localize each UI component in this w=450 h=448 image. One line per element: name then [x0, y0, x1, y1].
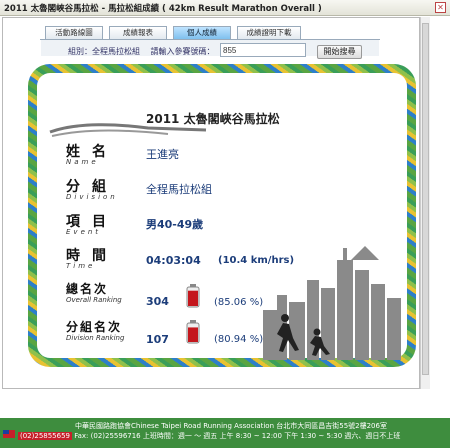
window-titlebar: 2011 太魯閣峽谷馬拉松 - 馬拉松組成績 ( 42km Result Mar…: [0, 0, 450, 16]
division-rank-value: 107: [146, 333, 169, 346]
overall-percentile-battery-icon: [186, 284, 200, 308]
search-button[interactable]: 開始搜尋: [317, 45, 362, 59]
overall-rank-label: 總名次: [66, 282, 109, 296]
overall-rank-sublabel: Overall Ranking: [66, 296, 122, 304]
certificate-title: 2011 太魯閣峽谷馬拉松: [146, 112, 280, 126]
group-label: 組別：全程馬拉松組: [68, 47, 140, 56]
search-row: 組別：全程馬拉松組 請輸入參賽號碼：: [68, 43, 306, 57]
window-title: 2011 太魯閣峽谷馬拉松 - 馬拉松組成績 ( 42km Result Mar…: [4, 4, 322, 14]
overall-rank-value: 304: [146, 295, 169, 308]
footer-bar: 中華民國路跑協會Chinese Taipei Road Running Asso…: [0, 418, 450, 448]
vertical-scrollbar[interactable]: [420, 17, 430, 389]
footer-address: 中華民國路跑協會Chinese Taipei Road Running Asso…: [75, 422, 387, 430]
name-value: 王進亮: [146, 148, 179, 161]
tab-results-report[interactable]: 成績報表: [109, 26, 167, 39]
event-sublabel: Event: [66, 228, 102, 236]
division-value: 全程馬拉松組: [146, 183, 212, 196]
bib-label: 請輸入參賽號碼：: [150, 47, 215, 56]
close-icon[interactable]: ✕: [435, 2, 446, 13]
finish-time: 04:03:04: [146, 254, 201, 267]
division-sublabel: Division: [66, 193, 118, 201]
city-skyline-runners-illustration: [263, 246, 401, 360]
flag-icon: [3, 430, 15, 438]
footer-phone: (02)25855659: [18, 432, 72, 440]
division-rank-sublabel: Division Ranking: [66, 334, 125, 342]
scrollbar-thumb[interactable]: [422, 23, 429, 375]
time-sublabel: Time: [66, 262, 96, 270]
name-sublabel: Name: [66, 158, 99, 166]
bib-number-input[interactable]: [220, 43, 306, 57]
tab-certificate-download[interactable]: 成績證明下載: [237, 26, 301, 39]
division-percentile-battery-icon: [186, 320, 200, 344]
footer-contact: (02)25855659 Fax: (02)25596716 上班時間：週一 ～…: [18, 431, 400, 441]
event-value: 男40-49歲: [146, 218, 204, 231]
tab-personal-result[interactable]: 個人成績: [173, 26, 231, 39]
footer-hours: Fax: (02)25596716 上班時間：週一 ～ 週五 上午 8:30 ~…: [74, 432, 401, 440]
tab-route-map[interactable]: 活動路線圖: [45, 26, 103, 39]
division-rank-label: 分組名次: [66, 320, 123, 334]
